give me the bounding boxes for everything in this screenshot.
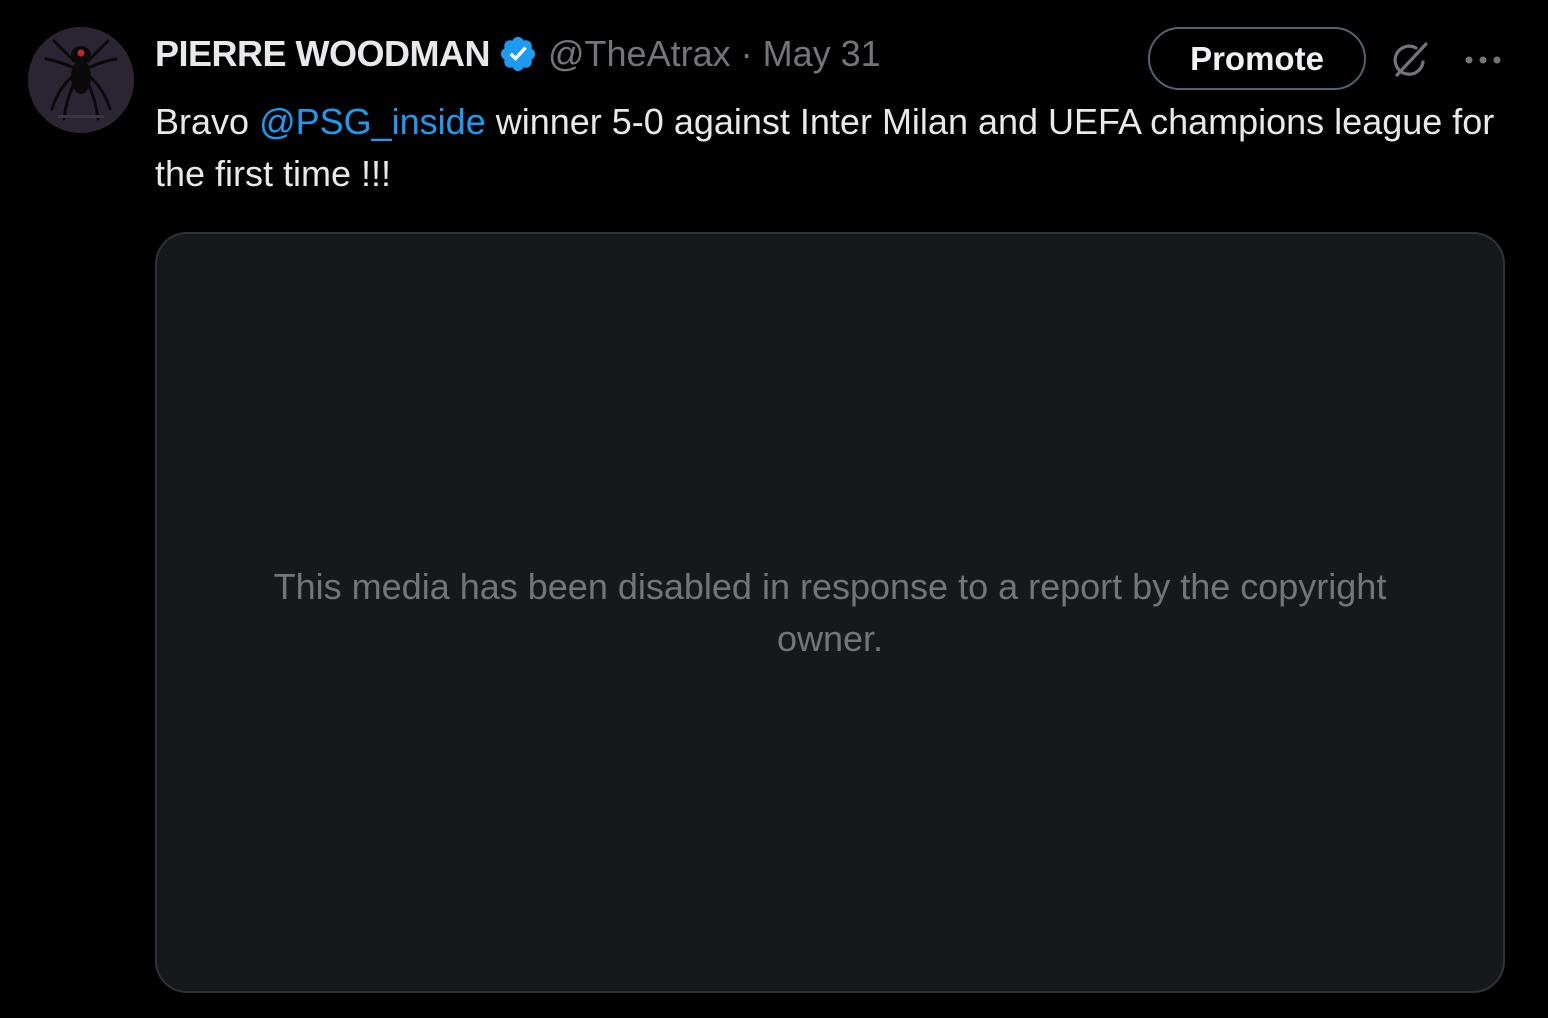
header-separator: · <box>740 33 753 74</box>
avatar[interactable] <box>28 27 134 133</box>
spider-logo-icon <box>28 27 134 133</box>
author-display-name[interactable]: PIERRE WOODMAN <box>155 33 491 75</box>
more-options-icon[interactable] <box>1460 43 1506 77</box>
media-container: This media has been disabled in response… <box>155 232 1505 993</box>
mention-link[interactable]: @PSG_inside <box>259 101 486 142</box>
media-disabled-notice: This media has been disabled in response… <box>273 565 1387 659</box>
tweet-date[interactable]: May 31 <box>763 33 881 75</box>
tweet-article[interactable]: PIERRE WOODMAN @TheAtrax · May 31 Promot… <box>0 0 1548 1018</box>
author-handle[interactable]: @TheAtrax <box>548 33 731 75</box>
tweet-header: PIERRE WOODMAN @TheAtrax · May 31 <box>155 30 881 78</box>
verified-badge-icon <box>498 34 538 74</box>
promote-button[interactable]: Promote <box>1148 27 1366 90</box>
tweet-text: Bravo @PSG_inside winner 5-0 against Int… <box>155 96 1495 200</box>
tweet-text-prefix: Bravo <box>155 101 250 142</box>
grok-icon[interactable] <box>1386 36 1434 84</box>
